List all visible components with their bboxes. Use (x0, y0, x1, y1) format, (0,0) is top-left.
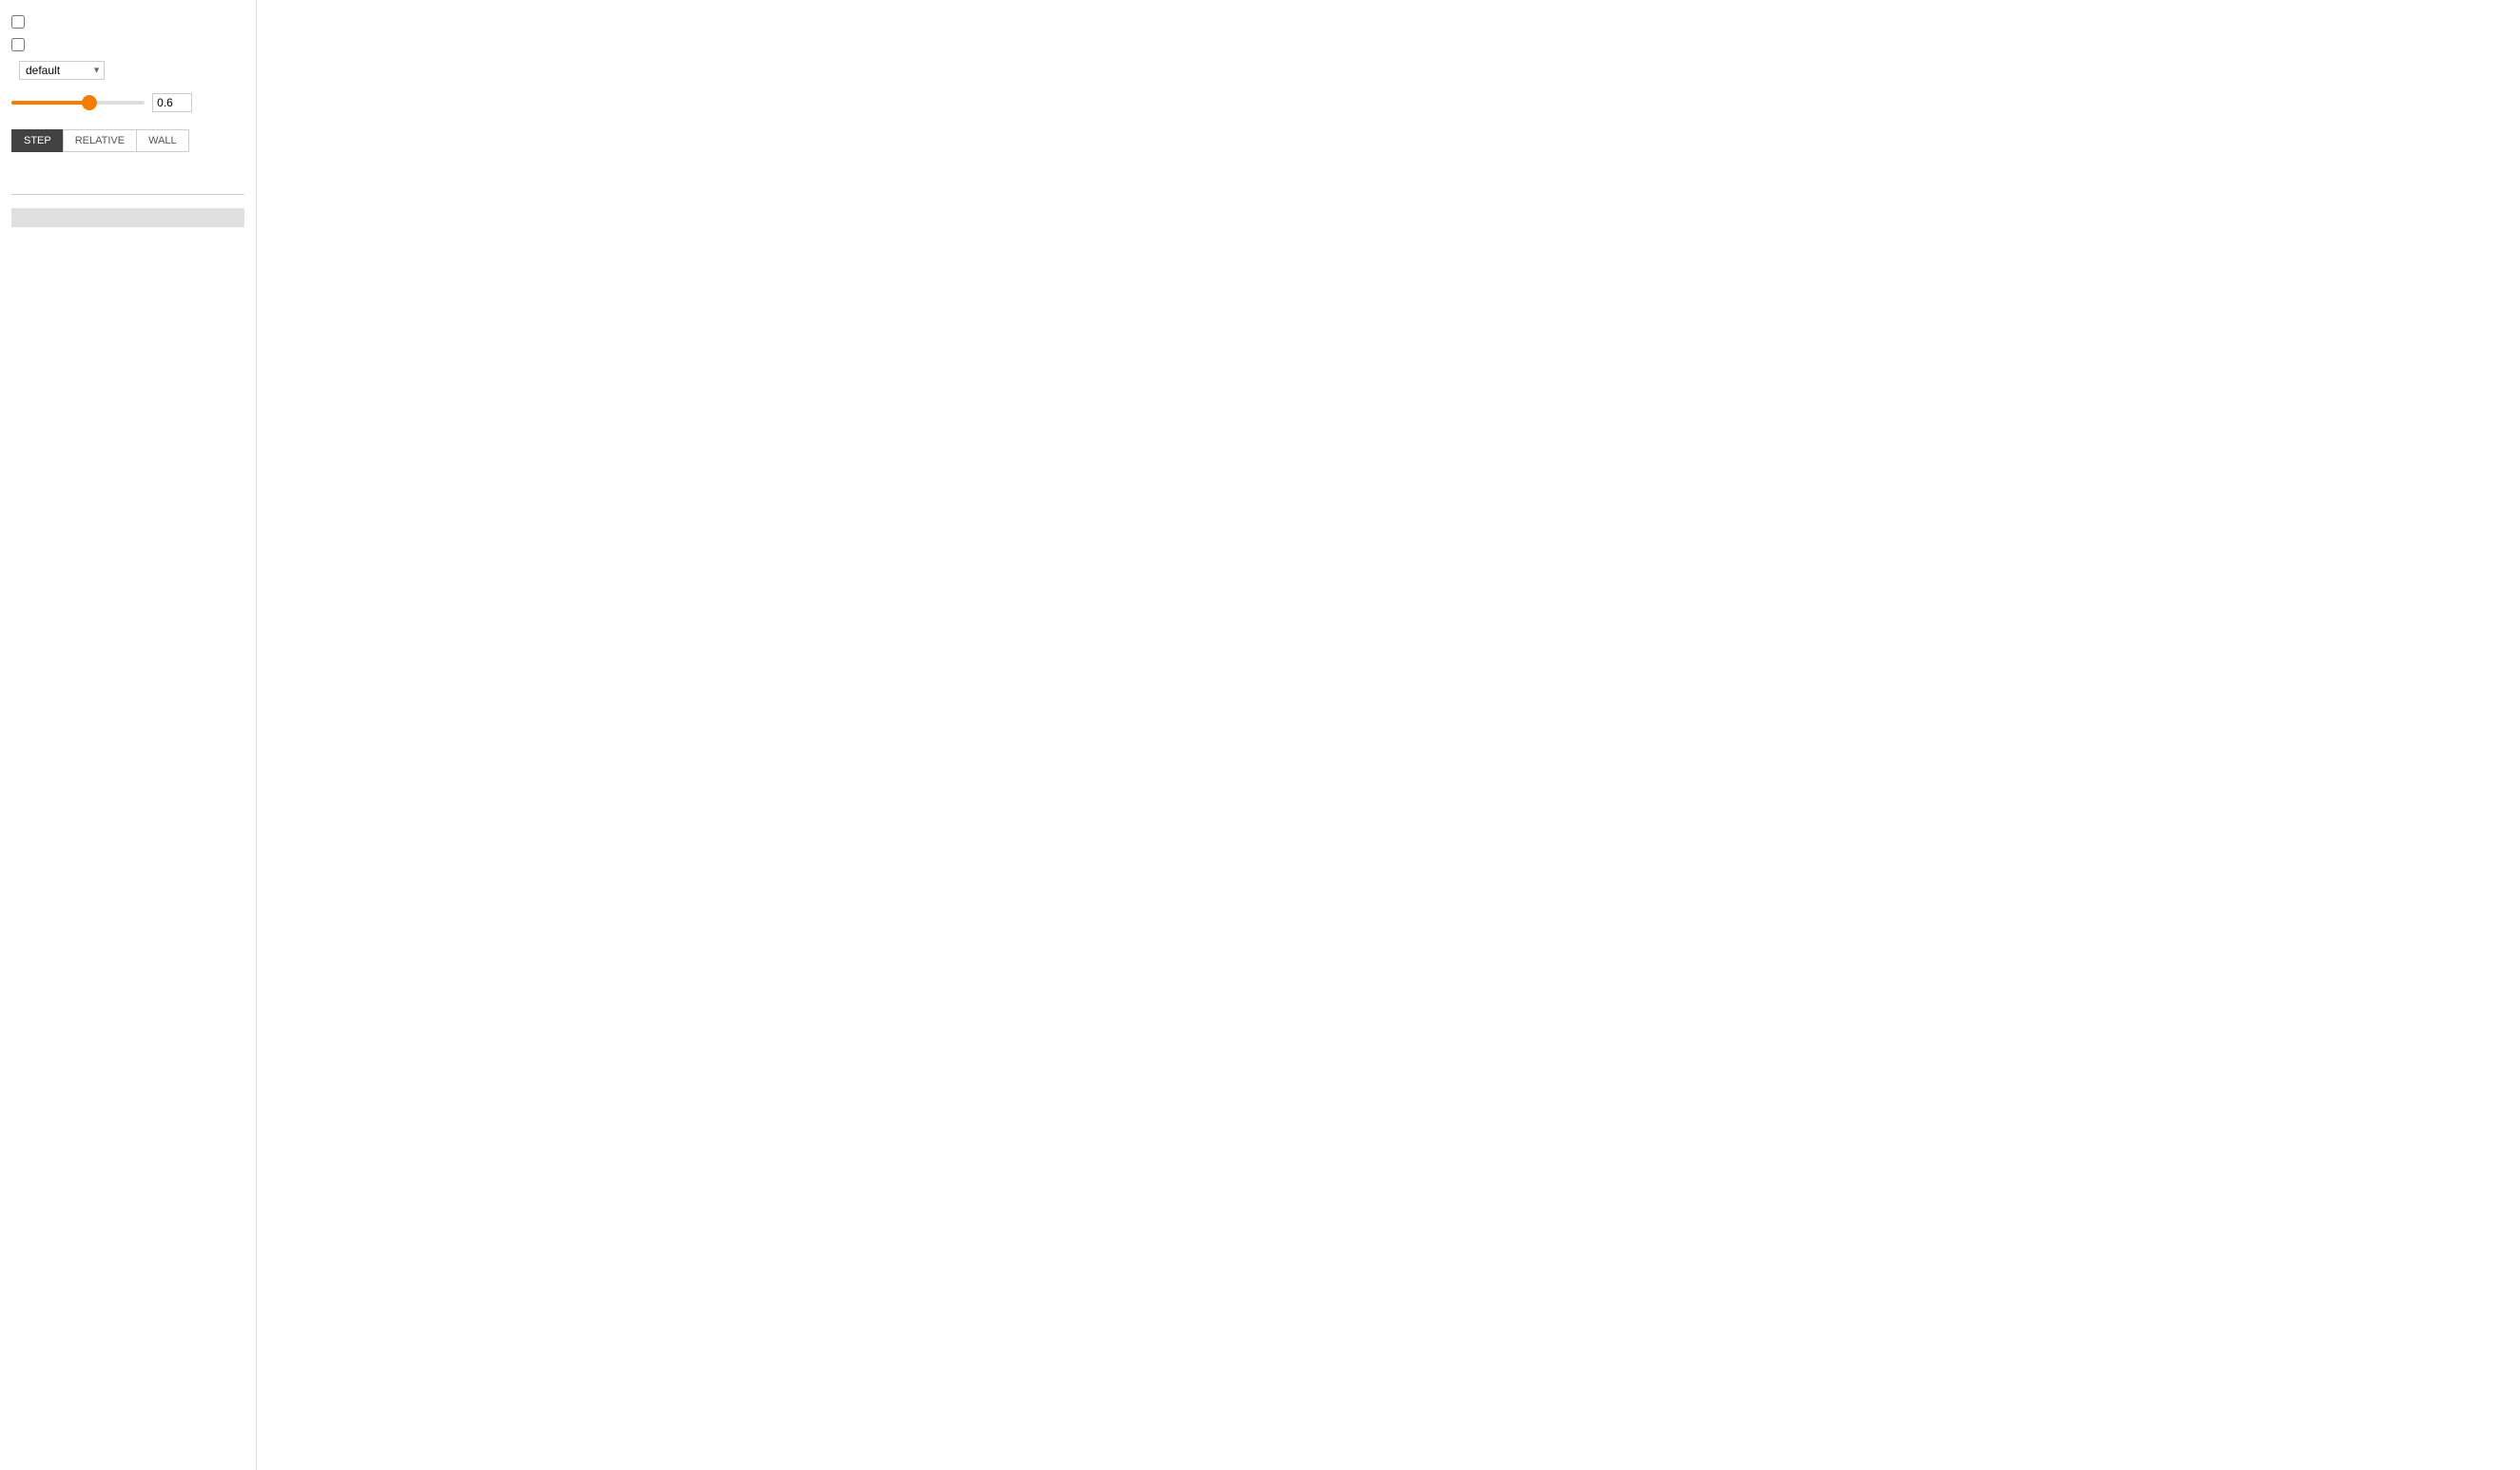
filter-runs-input[interactable] (11, 173, 244, 195)
smoothing-section (11, 89, 244, 112)
haxis-buttons: STEP RELATIVE WALL (11, 129, 244, 152)
smoothing-slider[interactable] (11, 101, 145, 105)
toggle-all-runs-button[interactable] (11, 208, 244, 227)
main-content (257, 0, 2520, 1470)
haxis-wall-btn[interactable]: WALL (136, 129, 189, 152)
ignore-outliers-checkbox[interactable] (11, 38, 25, 51)
show-download-row[interactable] (11, 15, 244, 29)
smoothing-value-input[interactable] (152, 93, 192, 112)
show-download-checkbox[interactable] (11, 15, 25, 29)
haxis-section: STEP RELATIVE WALL (11, 122, 244, 152)
haxis-relative-btn[interactable]: RELATIVE (63, 129, 136, 152)
runs-section (11, 162, 244, 231)
smoothing-value-wrap (152, 93, 192, 112)
sidebar: default descending ascending STEP RELATI… (0, 0, 257, 1470)
tooltip-select[interactable]: default descending ascending (19, 61, 105, 80)
smoothing-row (11, 93, 244, 112)
tooltip-sorting-row: default descending ascending (11, 61, 244, 80)
tooltip-select-wrap[interactable]: default descending ascending (19, 61, 105, 80)
ignore-outliers-row[interactable] (11, 38, 244, 51)
haxis-step-btn[interactable]: STEP (11, 129, 63, 152)
